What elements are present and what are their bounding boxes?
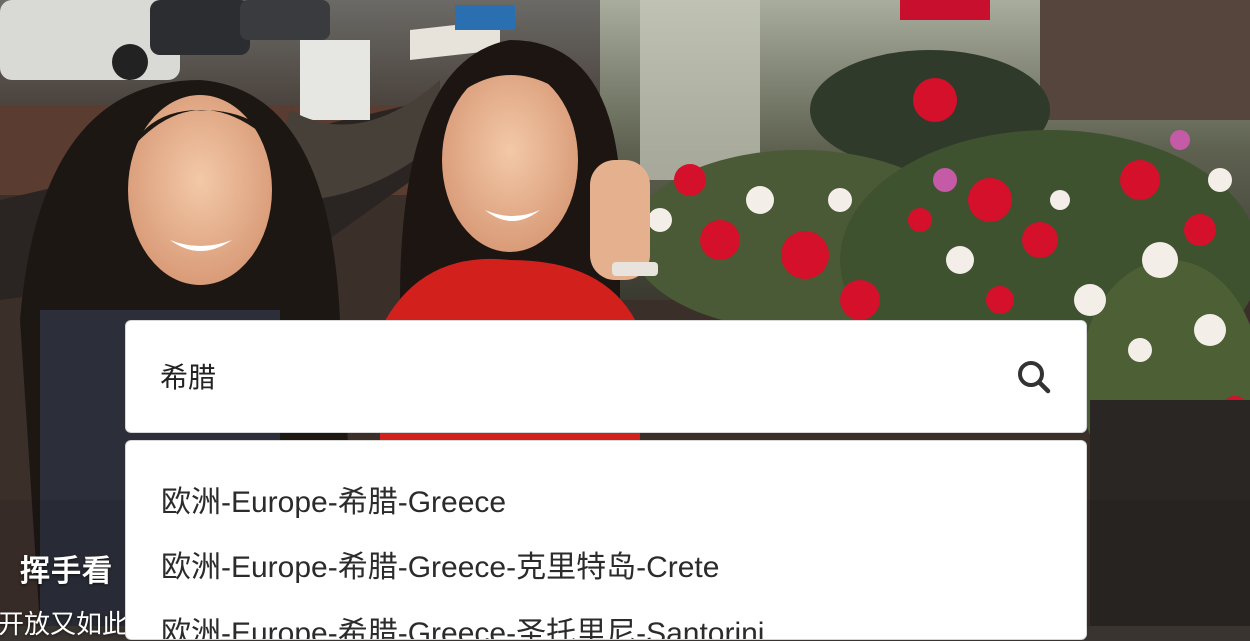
- suggestion-item-greece[interactable]: 欧洲-Europe-希腊-Greece: [161, 477, 506, 521]
- hero-caption-title: 挥手看: [20, 554, 113, 589]
- search-suggestions-dropdown: 欧洲-Europe-希腊-Greece 欧洲-Europe-希腊-Greece-…: [125, 440, 1087, 640]
- hero-caption-subtitle: 开放又如此: [0, 610, 129, 640]
- search-box: [125, 320, 1087, 433]
- search-button[interactable]: [1012, 355, 1056, 399]
- suggestion-item-crete[interactable]: 欧洲-Europe-希腊-Greece-克里特岛-Crete: [161, 542, 719, 586]
- search-input[interactable]: [160, 351, 980, 401]
- suggestion-item-santorini[interactable]: 欧洲-Europe-希腊-Greece-圣托里尼-Santorini: [161, 608, 764, 639]
- search-icon: [1018, 361, 1051, 394]
